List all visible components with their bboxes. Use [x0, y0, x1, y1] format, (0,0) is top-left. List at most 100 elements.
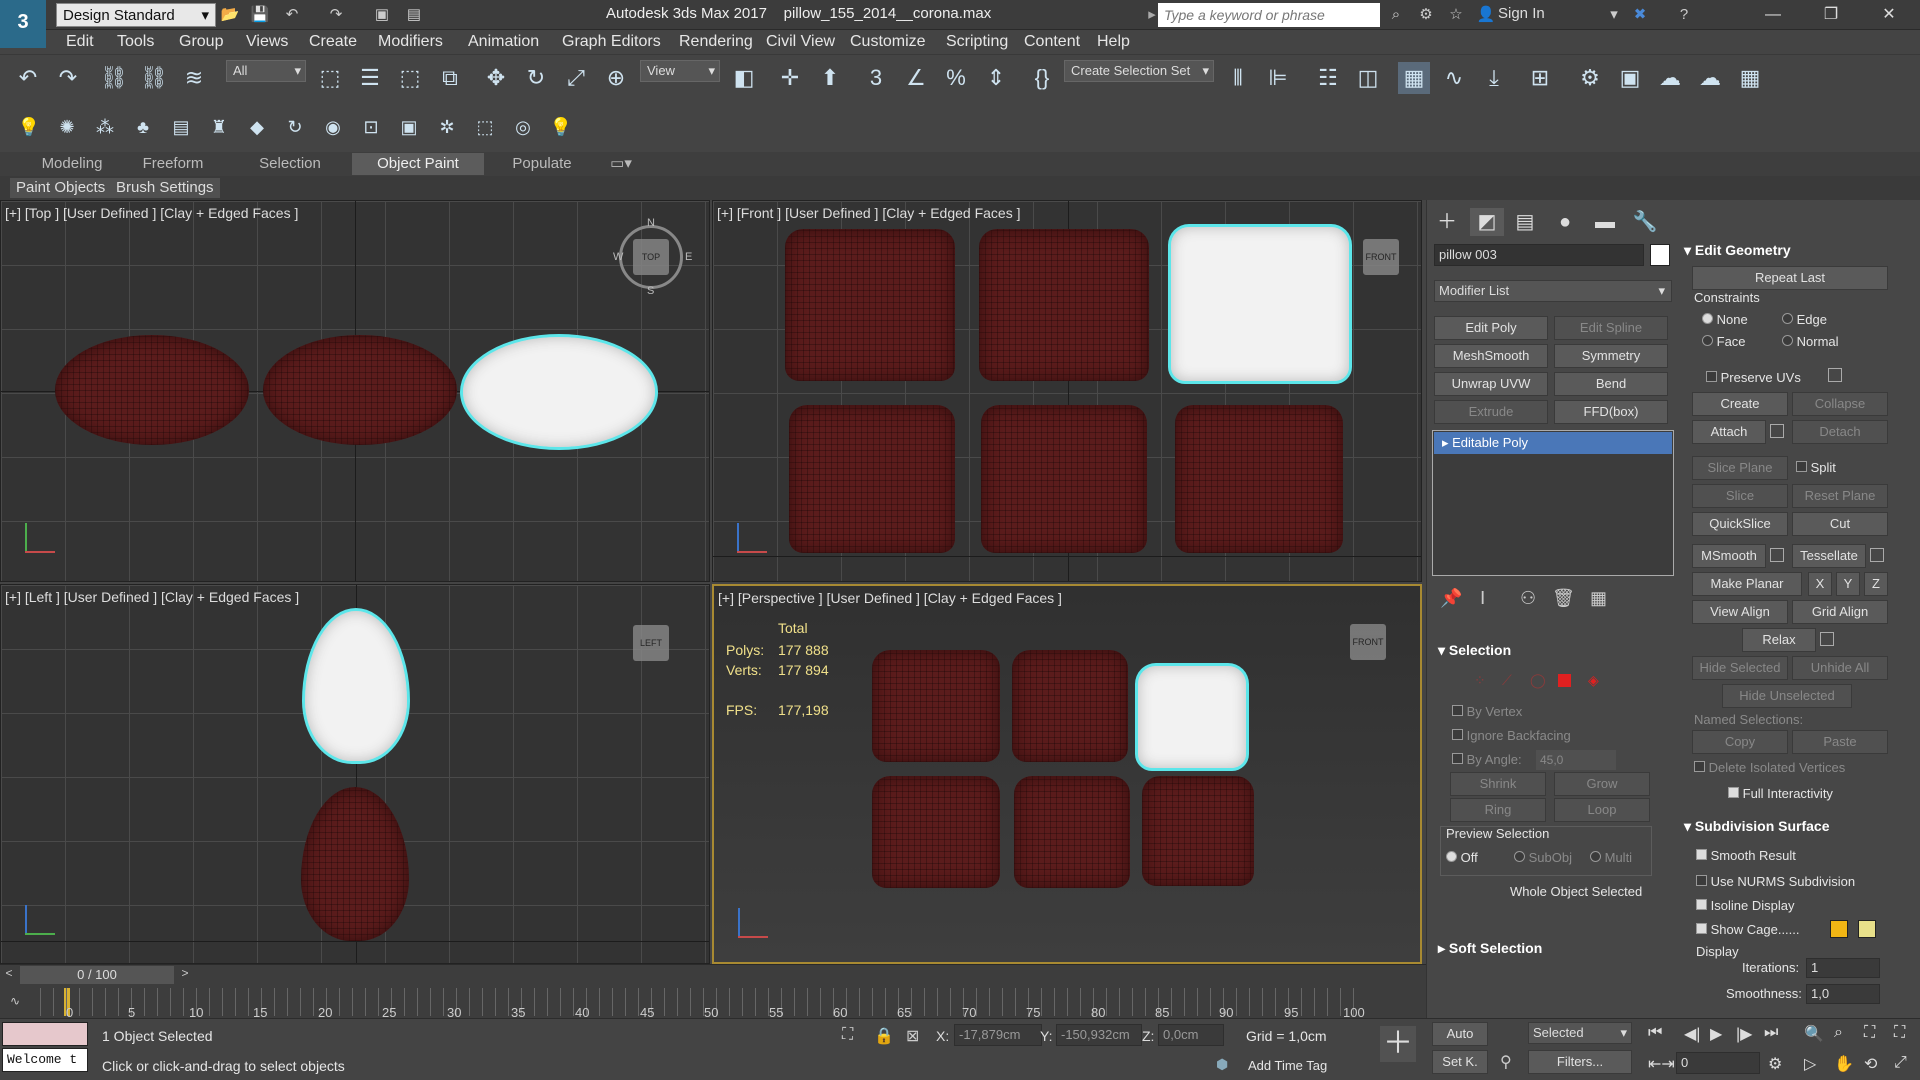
menu-scripting[interactable]: Scripting	[946, 33, 1008, 51]
y-coordinate-field[interactable]: -150,932cm	[1056, 1024, 1142, 1046]
viewcube-perspective[interactable]: FRONT	[1350, 624, 1386, 660]
key-mode-dropdown[interactable]: Selected ▾	[1528, 1022, 1632, 1044]
radio[interactable]	[1702, 335, 1713, 346]
unhide-all-button[interactable]: Unhide All	[1792, 656, 1888, 680]
tab-freeform[interactable]: Freeform	[130, 153, 216, 175]
collapse-button[interactable]: Collapse	[1792, 392, 1888, 416]
menu-civil-view[interactable]: Civil View	[766, 33, 835, 51]
interactive-render-icon[interactable]: ◉	[320, 112, 346, 142]
constraint-none-radio[interactable]: None	[1702, 312, 1748, 327]
slice-button[interactable]: Slice	[1692, 484, 1788, 508]
edit-spline-button[interactable]: Edit Spline	[1554, 316, 1668, 340]
shrink-button[interactable]: Shrink	[1450, 772, 1546, 796]
search-input[interactable]: Type a keyword or phrase	[1158, 3, 1380, 27]
object-color-swatch[interactable]	[1650, 244, 1670, 266]
viewport-label[interactable]: [+] [Front ] [User Defined ] [Clay + Edg…	[717, 205, 1020, 221]
zoom-extents-all-icon[interactable]: ⛶	[1894, 1024, 1905, 1042]
cage-selection-color-swatch[interactable]	[1858, 920, 1876, 938]
link-icon[interactable]: ⛓	[98, 62, 130, 94]
exchange-icon[interactable]: ✖	[1628, 3, 1652, 27]
edge-mode-icon[interactable]: ⟋	[1502, 672, 1512, 689]
a360-gallery-icon[interactable]: ▦	[1734, 62, 1766, 94]
pillow-front-2[interactable]	[979, 229, 1149, 381]
undo-icon[interactable]: ↶	[12, 62, 44, 94]
radio[interactable]	[1782, 335, 1793, 346]
scatter-icon[interactable]: ⁂	[92, 112, 118, 142]
play-icon[interactable]: ▶	[1710, 1024, 1722, 1044]
add-time-tag-button[interactable]: Add Time Tag	[1248, 1058, 1327, 1073]
field-of-view-icon[interactable]: ▷	[1804, 1054, 1816, 1074]
selection-filter-dropdown[interactable]: All ▾	[226, 60, 306, 82]
reset-plane-button[interactable]: Reset Plane	[1792, 484, 1888, 508]
hierarchy-tab-icon[interactable]: ▤	[1508, 208, 1542, 236]
dope-sheet-icon[interactable]: ⤓	[1478, 62, 1510, 94]
settings-icon[interactable]	[1770, 424, 1784, 438]
detach-button[interactable]: Detach	[1792, 420, 1888, 444]
viewport-label[interactable]: [+] [Perspective ] [User Defined ] [Clay…	[718, 590, 1062, 606]
pillow-persp-5[interactable]	[1014, 776, 1130, 888]
pillow-front-6[interactable]	[1175, 405, 1343, 553]
radio[interactable]	[1446, 851, 1457, 862]
sun-icon[interactable]: ✺	[54, 112, 80, 142]
checkbox[interactable]	[1452, 753, 1463, 764]
delete-isolated-checkbox[interactable]: Delete Isolated Vertices	[1694, 760, 1845, 775]
redo-icon[interactable]: ↷	[52, 62, 84, 94]
zoom-all-icon[interactable]: ⌕	[1834, 1024, 1843, 1042]
make-unique-icon[interactable]: ⚇	[1520, 588, 1536, 609]
show-end-result-icon[interactable]: Ⅰ	[1480, 588, 1485, 609]
isolate-selection-icon[interactable]: ⛶	[842, 1026, 853, 1044]
menu-rendering[interactable]: Rendering	[679, 33, 753, 51]
border-mode-icon[interactable]: ◯	[1530, 672, 1546, 689]
pillow-persp-2[interactable]	[1012, 650, 1128, 762]
key-mode-toggle-icon[interactable]: ⇤⇥	[1648, 1054, 1675, 1074]
time-slider-prev-icon[interactable]: <	[0, 966, 18, 984]
viewport-label[interactable]: [+] [Left ] [User Defined ] [Clay + Edge…	[5, 589, 299, 605]
binoculars-icon[interactable]: ⌕	[1384, 3, 1408, 27]
place-icon[interactable]: ⊕	[600, 62, 632, 94]
preserve-uvs-checkbox[interactable]: Preserve UVs	[1706, 370, 1801, 385]
pillow-front-selected[interactable]	[1171, 227, 1349, 381]
iterations-spinner[interactable]: 1	[1806, 958, 1880, 978]
new-key-icon[interactable]: ＋	[1380, 1026, 1416, 1062]
maximize-viewport-icon[interactable]: ⤢	[1894, 1054, 1907, 1072]
set-key-button[interactable]: Set K.	[1432, 1050, 1488, 1074]
smoothness-spinner[interactable]: 1,0	[1806, 984, 1880, 1004]
filters-button[interactable]: Filters...	[1528, 1050, 1632, 1074]
ring-button[interactable]: Ring	[1450, 798, 1546, 822]
settings-icon[interactable]	[1770, 548, 1784, 562]
constraint-face-radio[interactable]: Face	[1702, 334, 1746, 349]
move-icon[interactable]: ✥	[480, 62, 512, 94]
pin-stack-icon[interactable]: 📌	[1440, 588, 1462, 609]
checkbox[interactable]	[1694, 761, 1705, 772]
checkbox[interactable]	[1696, 875, 1707, 886]
spinner-snap-icon[interactable]: ⇕	[980, 62, 1012, 94]
viewport-perspective[interactable]: [+] [Perspective ] [User Defined ] [Clay…	[712, 584, 1422, 964]
favorites-icon[interactable]: ☆	[1444, 3, 1468, 27]
edit-geometry-rollout-header[interactable]: ▾ Edit Geometry	[1684, 242, 1791, 259]
pillow-top-1[interactable]	[55, 335, 249, 445]
slice-plane-button[interactable]: Slice Plane	[1692, 456, 1788, 480]
configure-modifier-sets-icon[interactable]: ▦	[1590, 588, 1607, 609]
tab-populate[interactable]: Populate	[498, 153, 586, 175]
viewer-icon[interactable]: ◎	[510, 112, 536, 142]
bulb-icon[interactable]: 💡	[548, 112, 574, 142]
quickslice-button[interactable]: QuickSlice	[1692, 512, 1788, 536]
open-project-icon[interactable]: ▤	[402, 3, 426, 27]
checkbox[interactable]	[1696, 849, 1707, 860]
constraint-edge-radio[interactable]: Edge	[1782, 312, 1827, 327]
checkbox[interactable]	[1452, 705, 1463, 716]
modify-tab-icon[interactable]: ◩	[1470, 208, 1504, 236]
next-frame-icon[interactable]: |▶	[1736, 1024, 1752, 1044]
cut-button[interactable]: Cut	[1792, 512, 1888, 536]
radio[interactable]	[1590, 851, 1601, 862]
render-production-icon[interactable]: ☁	[1654, 62, 1686, 94]
show-cage-checkbox[interactable]: Show Cage......	[1696, 922, 1800, 937]
checkbox[interactable]	[1696, 899, 1707, 910]
time-tag-icon[interactable]: ⬢	[1216, 1056, 1228, 1073]
repeat-last-button[interactable]: Repeat Last	[1692, 266, 1888, 290]
make-planar-button[interactable]: Make Planar	[1692, 572, 1802, 596]
project-folder-icon[interactable]: ▣	[370, 3, 394, 27]
select-object-icon[interactable]: ⬚	[314, 62, 346, 94]
rendered-frame-window-icon[interactable]: ▣	[1614, 62, 1646, 94]
save-icon[interactable]: 💾	[248, 3, 272, 27]
